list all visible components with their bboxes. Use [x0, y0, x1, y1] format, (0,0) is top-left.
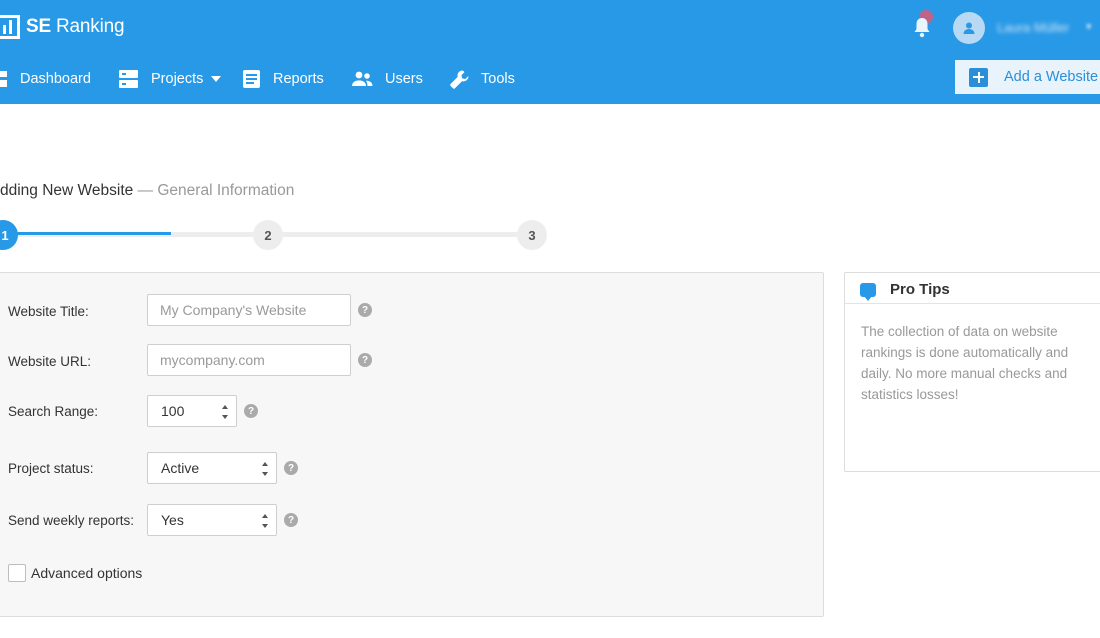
page-title-main: dding New Website [0, 182, 134, 199]
top-header: SE Ranking Laura Müller ▾ Dashboard Proj… [0, 0, 1100, 104]
advanced-options-checkbox[interactable] [8, 564, 26, 582]
help-icon[interactable]: ? [284, 513, 298, 527]
logo[interactable]: SE Ranking [0, 13, 125, 41]
weekly-reports-label: Send weekly reports: [8, 513, 135, 528]
reports-icon [243, 70, 260, 88]
step-2[interactable]: 2 [253, 220, 283, 250]
pro-tips-panel: Pro Tips The collection of data on websi… [844, 272, 1100, 472]
step-number: 3 [528, 227, 536, 243]
page-title-sub: — General Information [133, 182, 295, 199]
projects-icon [119, 70, 138, 88]
caret-down-icon [211, 76, 222, 82]
username[interactable]: Laura Müller [997, 20, 1069, 35]
stepper-progress [0, 232, 171, 235]
stepper-track [270, 232, 532, 237]
step-number: 1 [1, 227, 9, 243]
nav-label: Reports [273, 71, 324, 87]
select-arrows-icon [261, 462, 269, 476]
website-title-label: Website Title: [8, 304, 89, 319]
weekly-reports-value: Yes [161, 512, 184, 528]
pro-tips-header: Pro Tips [845, 273, 1100, 304]
plus-icon [969, 67, 988, 87]
weekly-reports-select[interactable]: Yes [147, 504, 277, 536]
nav-item-dashboard[interactable]: Dashboard [0, 58, 91, 100]
page-title: dding New Website — General Information [0, 182, 294, 200]
search-range-stepper[interactable]: 100 [147, 395, 237, 427]
search-range-label: Search Range: [8, 404, 99, 419]
help-icon[interactable]: ? [358, 303, 372, 317]
dashboard-icon [0, 71, 7, 87]
nav-item-reports[interactable]: Reports [243, 58, 324, 100]
nav-item-tools[interactable]: Tools [450, 58, 515, 100]
add-website-button[interactable]: Add a Website [955, 60, 1100, 94]
help-icon[interactable]: ? [358, 353, 372, 367]
nav-item-users[interactable]: Users [352, 58, 423, 100]
wrench-icon [450, 70, 469, 89]
user-icon [963, 22, 975, 34]
pro-tips-title: Pro Tips [890, 281, 950, 298]
speech-bubble-icon [860, 283, 876, 301]
step-number: 2 [264, 227, 272, 243]
advanced-options-label[interactable]: Advanced options [31, 565, 142, 581]
search-range-value: 100 [161, 403, 185, 419]
help-icon[interactable]: ? [284, 461, 298, 475]
users-icon [352, 71, 373, 86]
project-status-label: Project status: [8, 461, 94, 476]
website-url-label: Website URL: [8, 354, 92, 369]
spinner-arrows-icon[interactable] [221, 405, 229, 419]
add-website-label: Add a Website [1004, 69, 1099, 85]
logo-bars-icon [0, 15, 20, 39]
bell-icon[interactable] [912, 16, 932, 38]
step-3[interactable]: 3 [517, 220, 547, 250]
nav-label: Dashboard [20, 71, 91, 87]
help-icon[interactable]: ? [244, 404, 258, 418]
chevron-down-icon[interactable]: ▾ [1086, 20, 1092, 33]
project-status-value: Active [161, 460, 200, 476]
step-1[interactable]: 1 [0, 220, 18, 250]
nav-label: Projects [151, 71, 204, 87]
pro-tips-text: The collection of data on website rankin… [861, 324, 1069, 402]
website-url-input[interactable] [147, 344, 351, 376]
nav-item-projects[interactable]: Projects [119, 58, 222, 100]
website-title-input[interactable] [147, 294, 351, 326]
project-status-select[interactable]: Active [147, 452, 277, 484]
logo-text: SE Ranking [26, 16, 125, 37]
select-arrows-icon [261, 514, 269, 528]
nav-label: Tools [481, 71, 515, 87]
nav-label: Users [385, 71, 423, 87]
avatar[interactable] [953, 12, 985, 44]
